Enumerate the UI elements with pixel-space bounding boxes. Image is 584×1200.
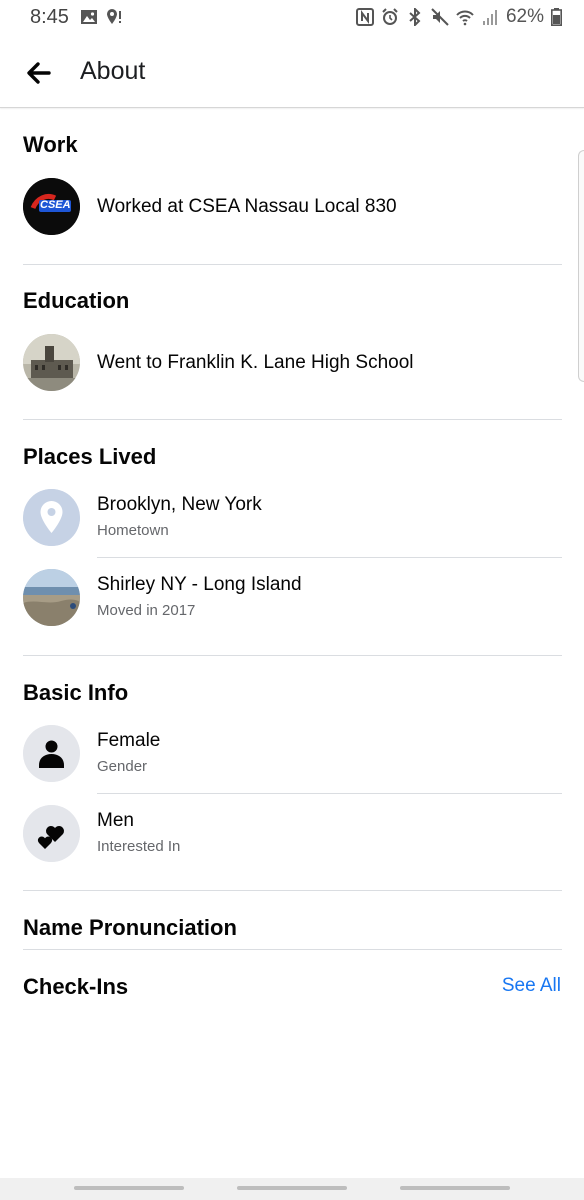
signal-icon bbox=[482, 10, 497, 25]
section-divider bbox=[23, 264, 562, 265]
alarm-icon bbox=[382, 8, 398, 25]
name-pronunciation-title: Name Pronunciation bbox=[23, 915, 237, 940]
work-item[interactable]: CSEA Worked at CSEA Nassau Local 830 bbox=[23, 178, 562, 238]
interested-in-label: Interested In bbox=[97, 838, 181, 855]
wifi-icon bbox=[456, 10, 474, 26]
basic-info-interested-in[interactable]: Men Interested In bbox=[23, 805, 562, 865]
battery-icon bbox=[551, 8, 562, 26]
status-bar: 8:45 62% bbox=[0, 0, 584, 36]
gender-value: Female bbox=[97, 730, 161, 751]
school-photo bbox=[23, 334, 80, 391]
gallery-icon bbox=[81, 10, 97, 24]
status-time: 8:45 bbox=[30, 6, 69, 28]
hearts-icon bbox=[23, 805, 80, 862]
basic-info-gender[interactable]: Female Gender bbox=[23, 725, 562, 785]
recents-nav-button[interactable] bbox=[74, 1186, 184, 1190]
person-icon bbox=[23, 725, 80, 782]
place-name: Brooklyn, New York bbox=[97, 494, 262, 515]
location-alert-icon bbox=[107, 9, 121, 24]
place-item-hometown[interactable]: Brooklyn, New York Hometown bbox=[23, 489, 562, 549]
workplace-logo-text: CSEA bbox=[40, 199, 71, 211]
mute-icon bbox=[431, 8, 449, 26]
place-label: Moved in 2017 bbox=[97, 602, 196, 619]
places-section-title: Places Lived bbox=[23, 444, 157, 469]
interested-in-value: Men bbox=[97, 810, 134, 831]
bluetooth-icon bbox=[409, 8, 421, 26]
section-divider bbox=[23, 655, 562, 656]
basic-info-section-title: Basic Info bbox=[23, 680, 129, 705]
section-divider bbox=[23, 949, 562, 950]
back-arrow-icon[interactable] bbox=[22, 56, 56, 90]
checkins-section-title: Check-Ins bbox=[23, 974, 129, 999]
row-divider bbox=[97, 793, 562, 794]
place-label: Hometown bbox=[97, 522, 169, 539]
back-nav-button[interactable] bbox=[400, 1186, 510, 1190]
gender-label: Gender bbox=[97, 758, 148, 775]
page-title: About bbox=[80, 57, 146, 85]
education-section-title: Education bbox=[23, 288, 130, 313]
app-bar: About bbox=[0, 36, 584, 108]
section-divider bbox=[23, 890, 562, 891]
row-divider bbox=[97, 557, 562, 558]
system-nav-bar bbox=[0, 1178, 584, 1200]
place-name: Shirley NY - Long Island bbox=[97, 574, 302, 595]
location-pin-icon bbox=[23, 489, 80, 546]
education-item-text: Went to Franklin K. Lane High School bbox=[97, 352, 414, 373]
battery-percentage: 62% bbox=[505, 6, 544, 27]
place-item-current[interactable]: Shirley NY - Long Island Moved in 2017 bbox=[23, 569, 562, 629]
work-item-text: Worked at CSEA Nassau Local 830 bbox=[97, 196, 397, 217]
section-divider bbox=[23, 419, 562, 420]
work-section-title: Work bbox=[23, 132, 78, 157]
see-all-link[interactable]: See All bbox=[502, 975, 561, 997]
education-item[interactable]: Went to Franklin K. Lane High School bbox=[23, 334, 562, 394]
nfc-icon bbox=[355, 8, 374, 26]
scroll-handle[interactable] bbox=[578, 150, 584, 382]
place-photo bbox=[23, 569, 80, 626]
home-nav-button[interactable] bbox=[237, 1186, 347, 1190]
workplace-logo: CSEA bbox=[23, 178, 80, 235]
